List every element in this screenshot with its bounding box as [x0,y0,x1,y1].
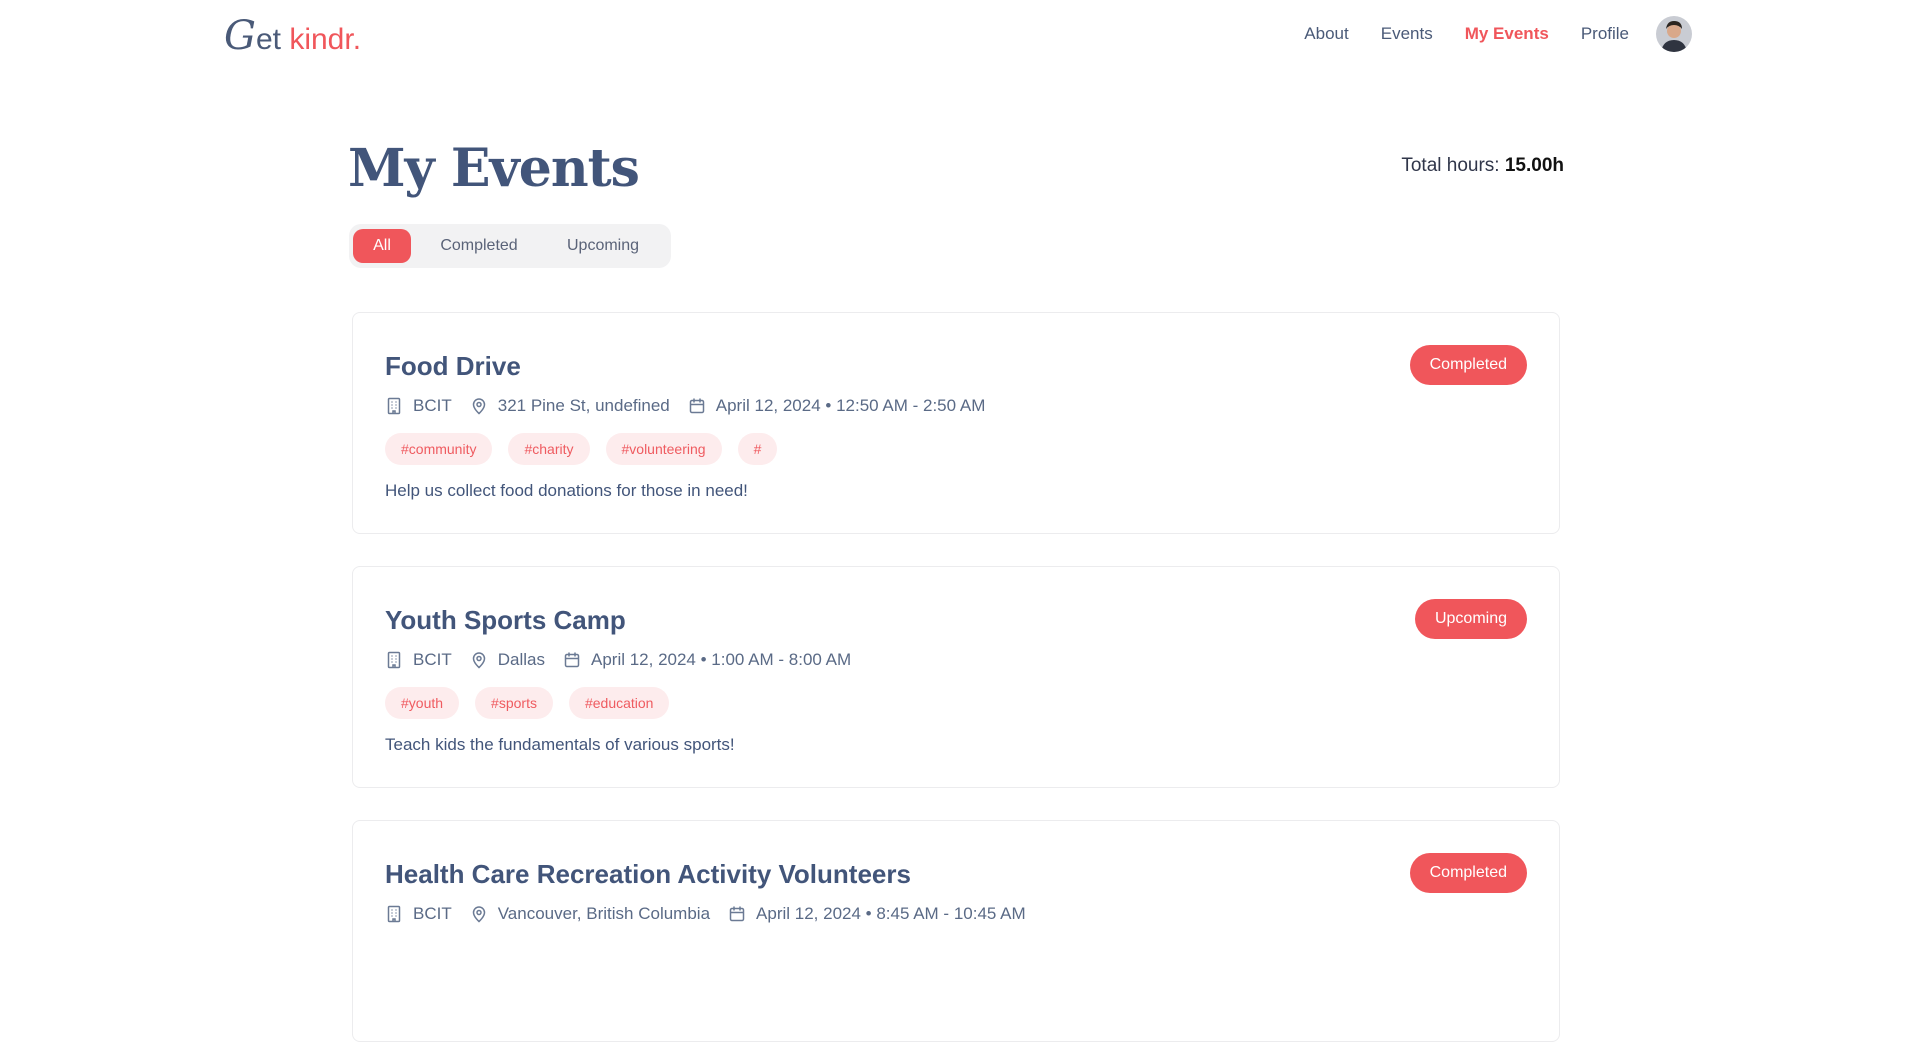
event-card[interactable]: Food Drive Completed BCIT 321 Pine St, u… [352,312,1560,534]
page-title: My Events [348,138,640,199]
event-title[interactable]: Health Care Recreation Activity Voluntee… [385,857,911,891]
event-datetime: April 12, 2024 • 1:00 AM - 8:00 AM [563,650,851,670]
event-organization: BCIT [385,650,452,670]
event-organization: BCIT [385,904,452,924]
event-tags: #youth #sports #education [385,687,670,719]
status-badge: Completed [1409,853,1527,893]
filter-completed-button[interactable]: Completed [427,229,531,263]
event-organization: BCIT [385,396,452,416]
event-meta: BCIT Vancouver, British Columbia April 1… [385,901,1044,927]
nav-profile-link[interactable]: Profile [1581,24,1629,44]
status-badge: Upcoming [1414,599,1527,639]
event-location: Vancouver, British Columbia [470,904,710,924]
status-badge: Completed [1409,345,1527,385]
event-location: 321 Pine St, undefined [470,396,670,416]
calendar-icon [563,651,581,669]
calendar-icon [688,397,706,415]
event-location: Dallas [470,650,545,670]
event-datetime: April 12, 2024 • 12:50 AM - 2:50 AM [688,396,985,416]
event-tag[interactable]: #sports [475,687,553,719]
building-icon [385,397,403,415]
user-avatar[interactable] [1656,16,1692,52]
event-tag[interactable]: # [737,433,778,465]
event-meta: BCIT 321 Pine St, undefined April 12, 20… [385,393,1003,419]
map-pin-icon [470,651,488,669]
nav-events-link[interactable]: Events [1381,24,1433,44]
filter-upcoming-button[interactable]: Upcoming [553,229,653,263]
top-nav: G et kindr. About Events My Events Profi… [0,0,1919,72]
nav-about-link[interactable]: About [1304,24,1348,44]
logo-text: et kindr. [255,23,362,56]
event-tag[interactable]: #youth [385,687,460,719]
map-pin-icon [470,905,488,923]
event-tags: #community #charity #volunteering # [385,433,778,465]
event-card[interactable]: Health Care Recreation Activity Voluntee… [352,820,1560,1042]
nav-my-events-link[interactable]: My Events [1465,24,1549,44]
total-hours: Total hours: 15.00h [1401,155,1564,176]
total-hours-value: 15.00h [1504,155,1564,176]
event-filter-tabs: All Completed Upcoming [349,224,671,268]
brand-logo[interactable]: G et kindr. [224,14,361,58]
event-card[interactable]: Youth Sports Camp Upcoming BCIT Dallas A… [352,566,1560,788]
event-title[interactable]: Youth Sports Camp [385,603,626,637]
event-title[interactable]: Food Drive [385,349,521,383]
map-pin-icon [470,397,488,415]
event-tag[interactable]: #community [385,433,493,465]
filter-all-button[interactable]: All [353,229,411,263]
event-description: Teach kids the fundamentals of various s… [385,735,735,754]
event-description: Help us collect food donations for those… [385,481,748,500]
event-tag[interactable]: #volunteering [605,433,722,465]
event-tag[interactable]: #charity [508,433,590,465]
logo-letter: G [224,13,256,59]
nav-links: About Events My Events Profile [1304,12,1629,56]
event-datetime: April 12, 2024 • 8:45 AM - 10:45 AM [728,904,1026,924]
event-tag[interactable]: #education [568,687,670,719]
event-meta: BCIT Dallas April 12, 2024 • 1:00 AM - 8… [385,647,869,673]
calendar-icon [728,905,746,923]
building-icon [385,905,403,923]
building-icon [385,651,403,669]
